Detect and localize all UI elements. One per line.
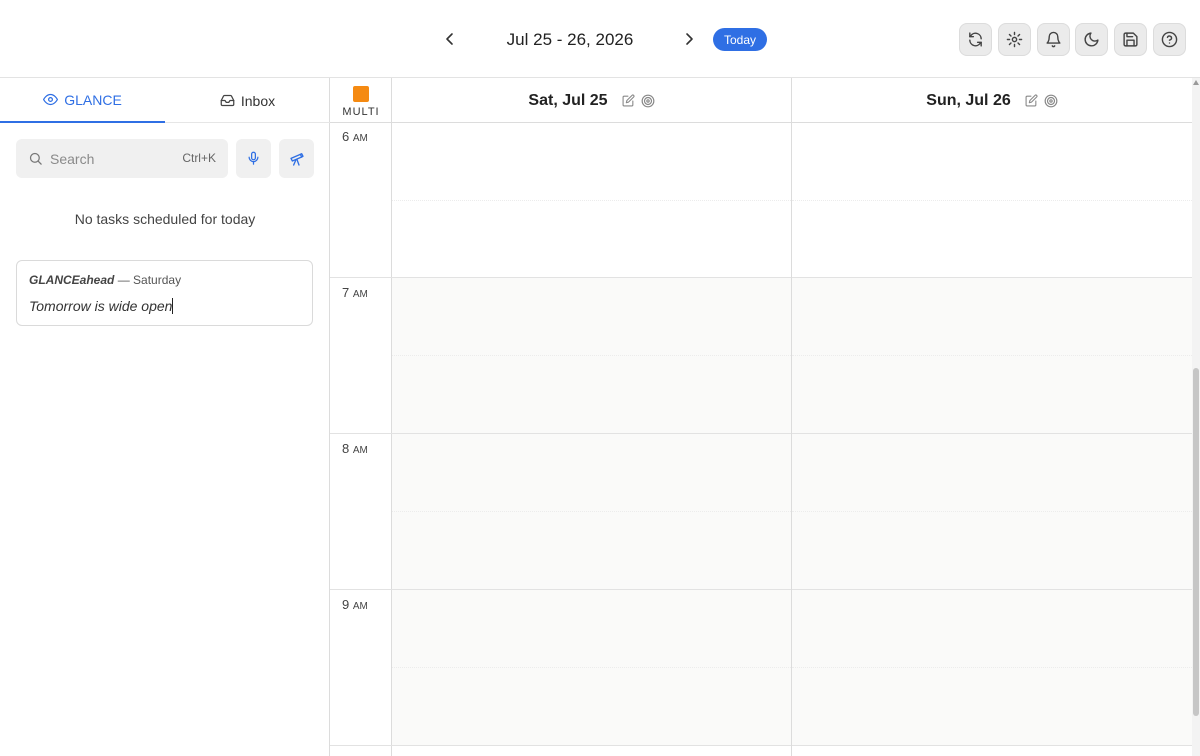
notifications-button[interactable] xyxy=(1037,23,1070,56)
bell-icon xyxy=(1046,31,1061,48)
hour-slot[interactable] xyxy=(792,434,1192,590)
scrollbar-thumb[interactable] xyxy=(1193,368,1199,716)
glance-ahead-card[interactable]: GLANCEahead — Saturday Tomorrow is wide … xyxy=(16,260,313,326)
voice-input-button[interactable] xyxy=(236,139,271,178)
focus-day-button[interactable] xyxy=(1044,94,1058,108)
day-header-label: Sat, Jul 25 xyxy=(528,91,608,109)
edit-icon xyxy=(622,94,635,107)
sync-icon xyxy=(969,32,982,47)
hour-number: 8 xyxy=(342,441,350,456)
panel-tabs: GLANCE Inbox xyxy=(0,78,330,123)
time-label-8am: 8 AM xyxy=(342,441,368,456)
day-column-sun[interactable] xyxy=(792,123,1192,756)
hour-suffix: AM xyxy=(352,601,368,612)
glance-ahead-text[interactable]: Tomorrow is wide open xyxy=(29,298,174,314)
save-icon xyxy=(1123,32,1138,47)
hour-suffix: AM xyxy=(352,445,368,456)
multi-label: MULTI xyxy=(342,106,380,118)
hour-slot[interactable] xyxy=(792,590,1192,746)
hour-slot[interactable] xyxy=(792,123,1192,278)
hour-slot[interactable] xyxy=(392,123,791,278)
focus-day-button[interactable] xyxy=(641,94,655,108)
left-panel: GLANCE Inbox Ctrl+K No tasks scheduled f… xyxy=(0,78,330,756)
empty-tasks-message: No tasks scheduled for today xyxy=(74,211,256,227)
help-icon xyxy=(1161,31,1178,48)
search-shortcut: Ctrl+K xyxy=(182,151,216,165)
calendar-scrollbar[interactable] xyxy=(1192,78,1200,756)
telescope-icon xyxy=(289,152,304,166)
hour-suffix: AM xyxy=(352,133,368,144)
search-input[interactable] xyxy=(50,139,180,178)
hour-number: 7 xyxy=(342,285,350,300)
calendar-view: MULTI Sat, Jul 25 Sun, Jul 26 6 AM 7 AM … xyxy=(330,78,1200,756)
time-label-6am: 6 AM xyxy=(342,129,368,144)
time-label-9am: 9 AM xyxy=(342,597,368,612)
glance-ahead-title: GLANCEahead — Saturday xyxy=(29,273,181,287)
save-button[interactable] xyxy=(1114,23,1147,56)
tab-glance[interactable]: GLANCE xyxy=(0,78,165,123)
scroll-up-arrow[interactable] xyxy=(1193,80,1199,85)
hour-suffix: AM xyxy=(352,289,368,300)
search-icon xyxy=(29,152,42,165)
day-column-sat[interactable] xyxy=(392,123,792,756)
hour-divider xyxy=(330,123,392,278)
calendar-header: MULTI Sat, Jul 25 Sun, Jul 26 xyxy=(330,78,1192,123)
date-range-title: Jul 25 - 26, 2026 xyxy=(506,30,634,49)
day-header-sun: Sun, Jul 26 xyxy=(792,78,1192,123)
hour-number: 9 xyxy=(342,597,350,612)
multi-color-swatch xyxy=(353,86,369,102)
glance-ahead-day: — Saturday xyxy=(117,273,182,287)
inbox-icon xyxy=(220,94,235,107)
help-button[interactable] xyxy=(1153,23,1186,56)
hour-slot[interactable] xyxy=(392,434,791,590)
edit-day-button[interactable] xyxy=(622,94,635,107)
tab-inbox[interactable]: Inbox xyxy=(165,78,330,123)
day-header-label: Sun, Jul 26 xyxy=(926,91,1011,109)
dark-mode-button[interactable] xyxy=(1075,23,1108,56)
sync-button[interactable] xyxy=(959,23,992,56)
time-column: 6 AM 7 AM 8 AM 9 AM xyxy=(330,123,392,756)
hour-number: 6 xyxy=(342,129,350,144)
eye-icon xyxy=(43,93,59,106)
hour-slot[interactable] xyxy=(392,278,791,434)
hour-divider xyxy=(330,590,392,746)
chevron-right-icon xyxy=(686,33,693,45)
moon-icon xyxy=(1084,32,1099,47)
target-icon xyxy=(1044,94,1058,107)
microphone-icon xyxy=(248,151,259,165)
top-header: Jul 25 - 26, 2026 Today xyxy=(0,0,1200,78)
time-label-7am: 7 AM xyxy=(342,285,368,300)
hour-divider xyxy=(330,434,392,590)
telescope-button[interactable] xyxy=(279,139,314,178)
gear-icon xyxy=(1006,31,1023,48)
day-header-sat: Sat, Jul 25 xyxy=(392,78,792,123)
settings-button[interactable] xyxy=(998,23,1031,56)
edit-day-button[interactable] xyxy=(1025,94,1038,107)
hour-divider xyxy=(330,278,392,434)
chevron-left-icon xyxy=(446,33,453,45)
text-caret xyxy=(172,298,174,314)
hour-slot[interactable] xyxy=(392,590,791,746)
time-grid: 6 AM 7 AM 8 AM 9 AM xyxy=(330,123,1192,756)
multi-day-toggle[interactable]: MULTI xyxy=(330,78,392,123)
target-icon xyxy=(641,94,654,107)
today-button[interactable]: Today xyxy=(713,28,767,51)
previous-button[interactable] xyxy=(438,27,462,51)
search-box[interactable]: Ctrl+K xyxy=(16,139,228,178)
glance-ahead-brand: GLANCEahead xyxy=(29,273,115,287)
glance-ahead-text-value: Tomorrow is wide open xyxy=(29,298,173,314)
hour-slot[interactable] xyxy=(792,278,1192,434)
tab-inbox-label: Inbox xyxy=(240,92,276,109)
edit-icon xyxy=(1025,94,1038,107)
next-button[interactable] xyxy=(677,27,701,51)
tab-glance-label: GLANCE xyxy=(64,91,122,108)
